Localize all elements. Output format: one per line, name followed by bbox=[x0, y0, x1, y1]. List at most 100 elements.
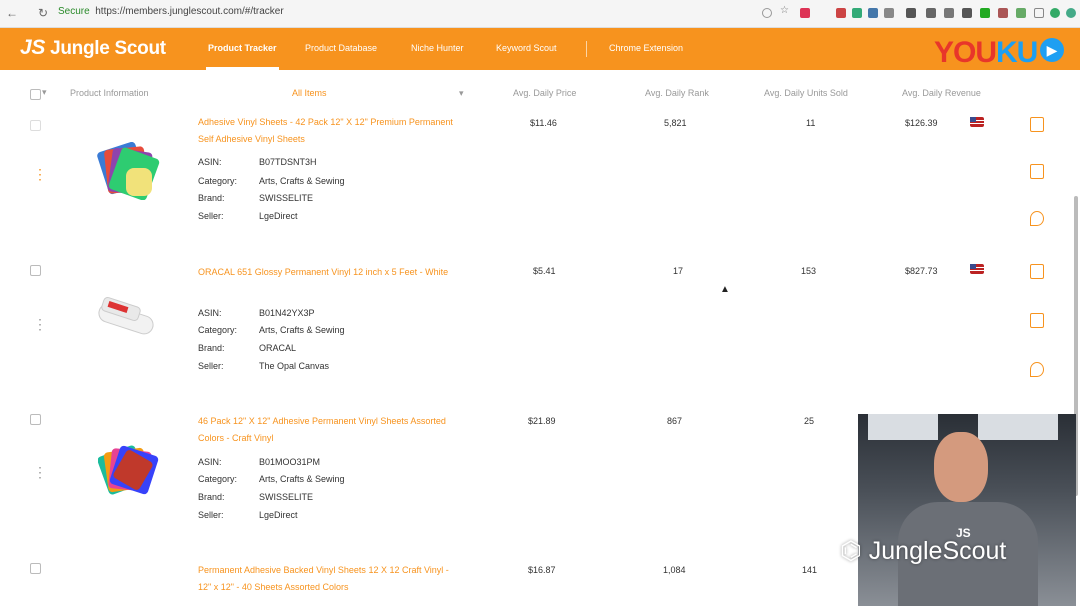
share-icon[interactable] bbox=[1030, 362, 1044, 377]
row-checkbox[interactable] bbox=[30, 414, 41, 425]
product-thumbnail[interactable] bbox=[92, 296, 162, 342]
secure-badge: Secure bbox=[58, 6, 90, 17]
nav-divider bbox=[586, 41, 587, 57]
category-value: Arts, Crafts & Sewing bbox=[259, 325, 345, 335]
category-value: Arts, Crafts & Sewing bbox=[259, 176, 345, 186]
brand-label: Brand: bbox=[198, 193, 225, 203]
avg-daily-revenue: $126.39 bbox=[905, 118, 938, 128]
app-header: JS Jungle Scout Product Tracker Product D… bbox=[0, 28, 1080, 70]
profile-icon[interactable] bbox=[1066, 8, 1076, 18]
wechat-watermark: ⌬ JungleScout bbox=[840, 537, 1007, 565]
nav-product-tracker[interactable]: Product Tracker bbox=[206, 43, 279, 70]
avg-daily-revenue: $827.73 bbox=[905, 266, 938, 276]
chevron-down-icon[interactable]: ▾ bbox=[459, 88, 464, 99]
nav-niche-hunter[interactable]: Niche Hunter bbox=[411, 43, 464, 53]
search-icon[interactable] bbox=[762, 8, 772, 18]
reload-icon[interactable]: ↻ bbox=[38, 6, 48, 20]
brand-value: SWISSELITE bbox=[259, 193, 314, 203]
share-icon[interactable] bbox=[1030, 211, 1044, 226]
nav-product-database[interactable]: Product Database bbox=[305, 43, 377, 53]
avg-daily-price: $21.89 bbox=[528, 416, 556, 426]
youku-watermark: YOUKU bbox=[934, 36, 1038, 69]
avg-daily-rank: 1,084 bbox=[663, 565, 686, 575]
extension-icon[interactable] bbox=[1016, 8, 1026, 18]
extension-icon[interactable] bbox=[1050, 8, 1060, 18]
back-icon[interactable]: ← bbox=[6, 6, 18, 20]
header-avg-daily-price[interactable]: Avg. Daily Price bbox=[513, 88, 576, 98]
row-menu-icon[interactable]: ⋮ bbox=[33, 167, 47, 181]
extension-icon[interactable] bbox=[926, 8, 936, 18]
seller-value: The Opal Canvas bbox=[259, 361, 330, 371]
extension-icon[interactable] bbox=[868, 8, 878, 18]
extension-icon[interactable] bbox=[1034, 8, 1044, 18]
header-avg-daily-rank[interactable]: Avg. Daily Rank bbox=[645, 88, 709, 98]
row-menu-icon[interactable]: ⋮ bbox=[33, 465, 47, 479]
asin-value: B01N42YX3P bbox=[259, 308, 315, 318]
seller-label: Seller: bbox=[198, 361, 224, 371]
avg-daily-rank: 867 bbox=[667, 416, 683, 426]
category-label: Category: bbox=[198, 474, 238, 484]
avg-daily-units: 11 bbox=[806, 118, 816, 128]
avg-daily-units: 25 bbox=[804, 416, 815, 426]
url-text: https://members.junglescout.com/#/tracke… bbox=[95, 6, 284, 17]
asin-value: B01MOO31PM bbox=[259, 457, 321, 467]
row-checkbox[interactable] bbox=[30, 563, 41, 574]
asin-label: ASIN: bbox=[198, 157, 222, 167]
avg-daily-rank: 5,821 bbox=[664, 118, 687, 128]
extension-icon[interactable] bbox=[884, 8, 894, 18]
youku-play-icon: ▶ bbox=[1040, 38, 1064, 62]
us-flag-icon bbox=[970, 117, 984, 127]
extension-icon[interactable] bbox=[980, 8, 990, 18]
avg-daily-units: 141 bbox=[802, 565, 818, 575]
product-title-link[interactable]: Adhesive Vinyl Sheets - 42 Pack 12" X 12… bbox=[198, 114, 463, 148]
header-avg-daily-revenue[interactable]: Avg. Daily Revenue bbox=[902, 88, 981, 98]
extension-icon[interactable] bbox=[944, 8, 954, 18]
address-bar[interactable]: Secure https://members.junglescout.com/#… bbox=[58, 6, 284, 17]
nav-chrome-extension[interactable]: Chrome Extension bbox=[609, 43, 683, 53]
asin-label: ASIN: bbox=[198, 308, 222, 318]
asin-value: B07TDSNT3H bbox=[259, 157, 317, 167]
seller-value: LgeDirect bbox=[259, 510, 298, 520]
avg-daily-units: 153 bbox=[801, 266, 817, 276]
select-all-dropdown-icon[interactable]: ▾ bbox=[42, 87, 47, 98]
notes-icon[interactable] bbox=[1030, 313, 1044, 328]
category-value: Arts, Crafts & Sewing bbox=[259, 474, 345, 484]
product-title-link[interactable]: ORACAL 651 Glossy Permanent Vinyl 12 inc… bbox=[198, 264, 463, 281]
delete-icon[interactable] bbox=[1030, 117, 1044, 132]
nav-keyword-scout[interactable]: Keyword Scout bbox=[496, 43, 557, 53]
header-avg-daily-units-sold[interactable]: Avg. Daily Units Sold bbox=[764, 88, 848, 98]
seller-label: Seller: bbox=[198, 510, 224, 520]
avg-daily-rank: 17 bbox=[673, 266, 684, 276]
seller-value: LgeDirect bbox=[259, 211, 298, 221]
browser-toolbar: ← ↻ Secure https://members.junglescout.c… bbox=[0, 0, 1080, 28]
row-checkbox[interactable] bbox=[30, 265, 41, 276]
extension-icon[interactable] bbox=[962, 8, 972, 18]
extension-icon[interactable] bbox=[998, 8, 1008, 18]
jungle-scout-logo[interactable]: JS Jungle Scout bbox=[20, 36, 166, 60]
items-filter-select[interactable]: All Items bbox=[292, 88, 327, 98]
select-all-checkbox[interactable] bbox=[30, 89, 41, 100]
asin-label: ASIN: bbox=[198, 457, 222, 467]
presenter-webcam: JS bbox=[858, 414, 1076, 606]
avg-daily-price: $16.87 bbox=[528, 565, 556, 575]
delete-icon[interactable] bbox=[1030, 264, 1044, 279]
avg-daily-price: $5.41 bbox=[533, 266, 556, 276]
extension-icon[interactable] bbox=[836, 8, 846, 18]
row-menu-icon[interactable]: ⋮ bbox=[33, 317, 47, 331]
row-checkbox[interactable] bbox=[30, 120, 41, 131]
product-thumbnail[interactable] bbox=[98, 444, 160, 496]
extension-icon[interactable] bbox=[852, 8, 862, 18]
extension-icon[interactable] bbox=[800, 8, 810, 18]
brand-label: Brand: bbox=[198, 343, 225, 353]
product-thumbnail[interactable] bbox=[96, 142, 160, 200]
brand-value: SWISSELITE bbox=[259, 492, 314, 502]
star-icon[interactable]: ☆ bbox=[780, 5, 790, 16]
category-label: Category: bbox=[198, 325, 238, 335]
mouse-cursor-icon: ▲ bbox=[720, 284, 730, 295]
product-title-link[interactable]: Permanent Adhesive Backed Vinyl Sheets 1… bbox=[198, 562, 463, 596]
brand-value: ORACAL bbox=[259, 343, 297, 353]
notes-icon[interactable] bbox=[1030, 164, 1044, 179]
header-product-information: Product Information bbox=[70, 88, 149, 98]
extension-icon[interactable] bbox=[906, 8, 916, 18]
product-title-link[interactable]: 46 Pack 12" X 12" Adhesive Permanent Vin… bbox=[198, 413, 463, 447]
